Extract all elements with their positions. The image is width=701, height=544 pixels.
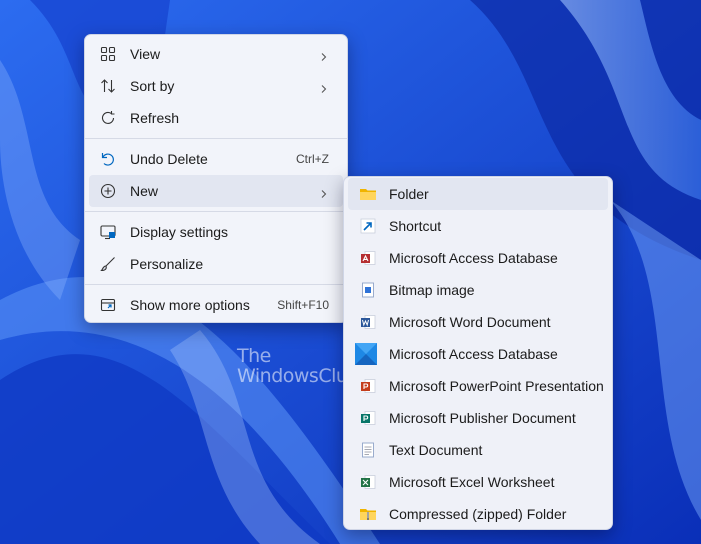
text-document-icon	[359, 441, 377, 459]
bitmap-icon	[359, 281, 377, 299]
menu-separator	[85, 284, 347, 285]
menu-item-personalize[interactable]: Personalize	[89, 248, 343, 280]
submenu-item-label: Microsoft Access Database	[389, 346, 558, 362]
submenu-item-text-document[interactable]: Text Document	[348, 434, 608, 466]
shortcut-text: Shift+F10	[277, 298, 329, 312]
submenu-item-powerpoint-presentation[interactable]: Microsoft PowerPoint Presentation	[348, 370, 608, 402]
menu-item-label: Refresh	[130, 110, 180, 126]
submenu-item-label: Microsoft Access Database	[389, 250, 558, 266]
new-submenu: Folder Shortcut Microsoft Access Databas…	[343, 176, 613, 530]
submenu-item-folder[interactable]: Folder	[348, 178, 608, 210]
publisher-icon	[359, 409, 377, 427]
submenu-item-label: Folder	[389, 186, 429, 202]
folder-icon	[359, 185, 377, 203]
watermark-line2: WindowsClub	[237, 365, 359, 387]
menu-item-label: Display settings	[130, 224, 229, 240]
plus-circle-icon	[99, 182, 117, 200]
submenu-item-excel-worksheet[interactable]: Microsoft Excel Worksheet	[348, 466, 608, 498]
submenu-item-compressed-folder[interactable]: Compressed (zipped) Folder	[348, 498, 608, 530]
submenu-item-bitmap-image[interactable]: Bitmap image	[348, 274, 608, 306]
menu-item-view[interactable]: View	[89, 38, 343, 70]
submenu-item-access-database-2[interactable]: Microsoft Access Database	[348, 338, 608, 370]
menu-separator	[85, 211, 347, 212]
menu-item-undo-delete[interactable]: Undo Delete Ctrl+Z	[89, 143, 343, 175]
menu-separator	[85, 138, 347, 139]
shortcut-icon	[359, 217, 377, 235]
access-blue-icon	[355, 343, 377, 365]
menu-item-show-more-options[interactable]: Show more options Shift+F10	[89, 289, 343, 321]
sort-icon	[99, 77, 117, 95]
submenu-item-word-document[interactable]: Microsoft Word Document	[348, 306, 608, 338]
chevron-right-icon	[319, 81, 329, 93]
chevron-right-icon	[319, 49, 329, 61]
powerpoint-icon	[359, 377, 377, 395]
menu-item-display-settings[interactable]: Display settings	[89, 216, 343, 248]
shortcut-text: Ctrl+Z	[296, 152, 329, 166]
chevron-right-icon	[319, 186, 329, 198]
more-options-icon	[99, 296, 117, 314]
menu-item-new[interactable]: New	[89, 175, 343, 207]
menu-item-sort-by[interactable]: Sort by	[89, 70, 343, 102]
submenu-item-label: Microsoft Publisher Document	[389, 410, 576, 426]
menu-item-label: View	[130, 46, 161, 62]
undo-icon	[99, 150, 117, 168]
menu-item-label: Undo Delete	[130, 151, 208, 167]
desktop-context-menu: View Sort by Refresh Undo Delete Ctrl+Z …	[84, 34, 348, 323]
menu-item-label: New	[130, 183, 159, 199]
submenu-item-label: Compressed (zipped) Folder	[389, 506, 567, 522]
submenu-item-label: Shortcut	[389, 218, 442, 234]
grid-icon	[99, 45, 117, 63]
submenu-item-access-database[interactable]: Microsoft Access Database	[348, 242, 608, 274]
watermark-line1: The	[237, 345, 271, 367]
excel-icon	[359, 473, 377, 491]
menu-item-label: Show more options	[130, 297, 250, 313]
submenu-item-label: Microsoft Word Document	[389, 314, 551, 330]
access-icon	[359, 249, 377, 267]
submenu-item-label: Microsoft PowerPoint Presentation	[389, 378, 604, 394]
refresh-icon	[99, 109, 117, 127]
submenu-item-label: Microsoft Excel Worksheet	[389, 474, 555, 490]
menu-item-label: Personalize	[130, 256, 204, 272]
word-icon	[359, 313, 377, 331]
menu-item-refresh[interactable]: Refresh	[89, 102, 343, 134]
submenu-item-shortcut[interactable]: Shortcut	[348, 210, 608, 242]
watermark: The WindowsClub	[237, 346, 359, 386]
display-icon	[99, 223, 117, 241]
zip-folder-icon	[359, 505, 377, 523]
menu-item-label: Sort by	[130, 78, 175, 94]
submenu-item-publisher-document[interactable]: Microsoft Publisher Document	[348, 402, 608, 434]
submenu-item-label: Text Document	[389, 442, 483, 458]
submenu-item-label: Bitmap image	[389, 282, 475, 298]
brush-icon	[99, 255, 117, 273]
